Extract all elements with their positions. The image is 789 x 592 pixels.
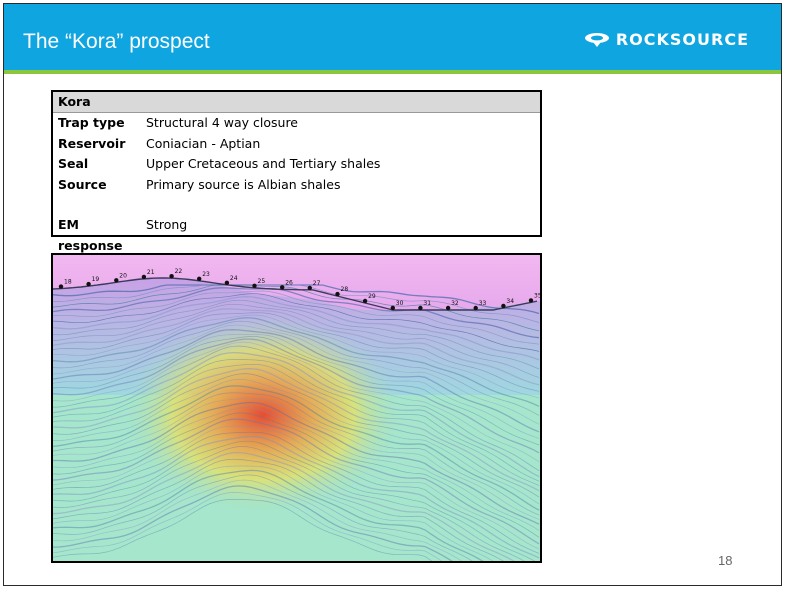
logo-text: ROCKSOURCE: [615, 30, 749, 49]
row-label: Trap type: [58, 115, 125, 130]
page-number: 18: [718, 553, 733, 568]
station-label: 21: [147, 269, 155, 276]
row-value: Coniacian - Aptian: [146, 135, 261, 151]
station-label: 32: [451, 300, 459, 307]
slide-header: The “Kora” prospect ROCKSOURCE: [4, 4, 781, 70]
station-marker: [445, 305, 451, 311]
prospect-table: Kora Trap type Structural 4 way closure …: [51, 90, 542, 253]
station-label: 23: [202, 271, 210, 278]
row-value: Upper Cretaceous and Tertiary shales: [146, 156, 381, 171]
row-label: Reservoir: [58, 135, 126, 151]
seismic-section-image: 18 19 20 21 22 23 24 25 26 27 28 29 30 31 32 33 34 35: [51, 253, 542, 563]
table-row: Trap type Structural 4 way closure: [53, 113, 540, 134]
rocksource-logo: ROCKSOURCE: [584, 30, 749, 49]
station-marker: [197, 276, 202, 281]
slide-title: The “Kora” prospect: [23, 30, 210, 53]
station-marker: [224, 280, 230, 285]
station-marker: [528, 298, 534, 303]
station-label: 33: [479, 300, 487, 307]
table-row: Seal Upper Cretaceous and Tertiary shale…: [53, 154, 540, 175]
station-marker: [362, 298, 368, 304]
station-marker: [114, 278, 119, 283]
station-label: 24: [230, 275, 238, 282]
station-marker: [169, 274, 174, 279]
table-header: Kora: [53, 92, 540, 113]
table-row: Source Primary source is Albian shales: [53, 175, 540, 196]
row-value: Strong: [146, 217, 188, 232]
station-marker: [141, 274, 147, 280]
row-value: Structural 4 way closure: [146, 115, 299, 130]
station-label: 34: [506, 298, 514, 305]
station-label: 31: [423, 300, 431, 307]
station-label: 28: [341, 286, 349, 293]
table-row: Reservoir Coniacian - Aptian: [53, 134, 540, 155]
seismic-section-svg: 18 19 20 21 22 23 24 25 26 27 28 29 30 31 32 33 34 35: [53, 255, 540, 561]
station-label: 20: [119, 272, 127, 279]
station-label: 22: [175, 268, 183, 275]
station-marker: [307, 285, 312, 291]
station-label: 18: [64, 279, 72, 286]
station-marker: [390, 305, 395, 311]
station-marker: [335, 291, 340, 297]
station-marker: [473, 305, 478, 311]
station-label: 27: [313, 280, 321, 287]
station-marker: [418, 305, 423, 311]
station-marker: [252, 283, 257, 288]
station-marker: [58, 284, 64, 289]
header-divider: [4, 70, 781, 74]
station-label: 30: [396, 300, 404, 307]
row-label: Source: [58, 176, 107, 192]
row-spacer: [53, 195, 540, 215]
station-label: 25: [258, 278, 266, 285]
station-marker: [280, 285, 285, 290]
row-value: Primary source is Albian shales: [146, 176, 341, 192]
rocksource-logo-icon: [584, 32, 610, 48]
station-label: 35: [534, 292, 540, 299]
station-marker: [86, 281, 91, 287]
station-label: 26: [285, 279, 293, 286]
station-marker: [501, 303, 506, 309]
station-label: 19: [92, 276, 100, 283]
row-label: Seal: [58, 156, 89, 171]
table-row: EM response Strong: [53, 215, 540, 253]
row-label: EM response: [58, 217, 123, 253]
station-label: 29: [368, 293, 376, 300]
